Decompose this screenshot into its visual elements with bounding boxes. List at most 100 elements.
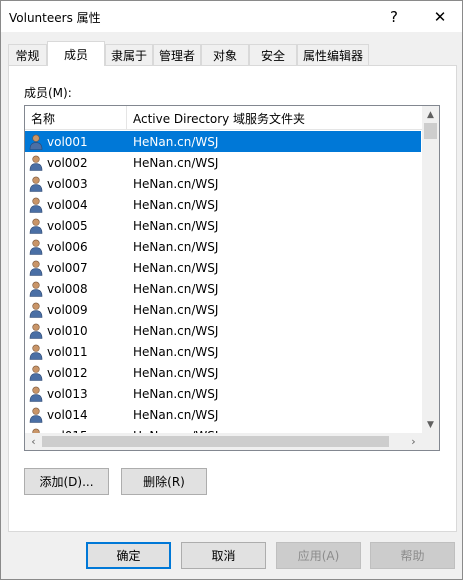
member-folder-cell[interactable]: HeNan.cn/WSJ [126, 131, 421, 152]
member-name-cell[interactable]: vol003 [25, 173, 126, 194]
table-row[interactable]: vol006 HeNan.cn/WSJ [25, 236, 422, 257]
table-row[interactable]: vol014 HeNan.cn/WSJ [25, 404, 422, 425]
member-name: vol009 [47, 302, 88, 317]
member-folder-cell[interactable]: HeNan.cn/WSJ [126, 215, 421, 236]
member-folder-cell[interactable]: HeNan.cn/WSJ [126, 173, 421, 194]
member-folder-cell[interactable]: HeNan.cn/WSJ [126, 383, 421, 404]
apply-button[interactable]: 应用(A) [276, 542, 361, 569]
user-icon [29, 365, 43, 381]
help-title-button[interactable]: ? [372, 1, 416, 32]
member-name: vol003 [47, 176, 88, 191]
member-name-cell[interactable]: vol008 [25, 278, 126, 299]
member-folder-cell[interactable]: HeNan.cn/WSJ [126, 236, 421, 257]
scroll-left-arrow-icon[interactable]: ‹ [25, 433, 42, 450]
member-folder-cell[interactable]: HeNan.cn/WSJ [126, 404, 421, 425]
member-name: vol001 [47, 134, 88, 149]
table-row[interactable]: vol005 HeNan.cn/WSJ [25, 215, 422, 236]
member-name-cell[interactable]: vol010 [25, 320, 126, 341]
user-icon [29, 344, 43, 360]
table-row[interactable]: vol001 HeNan.cn/WSJ [25, 131, 422, 152]
tab-members[interactable]: 成员 [47, 41, 105, 66]
tab-general[interactable]: 常规 [8, 44, 47, 65]
member-folder-cell[interactable]: HeNan.cn/WSJ [126, 257, 421, 278]
list-rows: vol001 HeNan.cn/WSJ vol002 HeNan.cn/WSJ vol0… [25, 131, 422, 446]
member-name-cell[interactable]: vol004 [25, 194, 126, 215]
table-row[interactable]: vol010 HeNan.cn/WSJ [25, 320, 422, 341]
member-name: vol005 [47, 218, 88, 233]
horizontal-scrollbar[interactable]: ‹ › [25, 433, 422, 450]
close-button[interactable]: ✕ [418, 1, 462, 32]
help-button[interactable]: 帮助 [370, 542, 455, 569]
member-folder-cell[interactable]: HeNan.cn/WSJ [126, 152, 421, 173]
member-name-cell[interactable]: vol001 [25, 131, 126, 152]
column-header-name[interactable]: 名称 [25, 106, 126, 130]
member-folder-cell[interactable]: HeNan.cn/WSJ [126, 194, 421, 215]
user-icon [29, 134, 43, 150]
table-row[interactable]: vol003 HeNan.cn/WSJ [25, 173, 422, 194]
vertical-scrollbar[interactable]: ▲ ▼ [422, 106, 439, 433]
tab-security[interactable]: 安全 [249, 44, 297, 65]
user-icon [29, 281, 43, 297]
tab-managed-by[interactable]: 管理者 [153, 44, 201, 65]
window-title: Volunteers 属性 [9, 11, 101, 25]
column-header-folder[interactable]: Active Directory 域服务文件夹 [127, 106, 422, 130]
list-header: 名称 Active Directory 域服务文件夹 [25, 106, 422, 130]
member-name-cell[interactable]: vol007 [25, 257, 126, 278]
table-row[interactable]: vol012 HeNan.cn/WSJ [25, 362, 422, 383]
member-name-cell[interactable]: vol013 [25, 383, 126, 404]
user-icon [29, 386, 43, 402]
ok-button[interactable]: 确定 [86, 542, 171, 569]
user-icon [29, 302, 43, 318]
user-icon [29, 176, 43, 192]
member-folder-cell[interactable]: HeNan.cn/WSJ [126, 341, 421, 362]
member-name: vol012 [47, 365, 88, 380]
member-name-cell[interactable]: vol006 [25, 236, 126, 257]
scroll-down-arrow-icon[interactable]: ▼ [422, 416, 439, 433]
member-name-cell[interactable]: vol002 [25, 152, 126, 173]
member-name: vol011 [47, 344, 88, 359]
member-name: vol008 [47, 281, 88, 296]
member-name-cell[interactable]: vol012 [25, 362, 126, 383]
add-member-button[interactable]: 添加(D)... [24, 468, 109, 495]
tab-object[interactable]: 对象 [201, 44, 249, 65]
horizontal-scroll-thumb[interactable] [42, 436, 389, 447]
tab-attribute-editor[interactable]: 属性编辑器 [297, 44, 369, 65]
vertical-scroll-thumb[interactable] [424, 123, 437, 139]
members-tab-panel: 成员(M): 名称 Active Directory 域服务文件夹 vol001… [8, 65, 457, 532]
member-name-cell[interactable]: vol009 [25, 299, 126, 320]
user-icon [29, 218, 43, 234]
scroll-up-arrow-icon[interactable]: ▲ [422, 106, 439, 123]
members-list[interactable]: 名称 Active Directory 域服务文件夹 vol001 HeNan.c… [24, 105, 440, 451]
member-folder-cell[interactable]: HeNan.cn/WSJ [126, 278, 421, 299]
table-row[interactable]: vol013 HeNan.cn/WSJ [25, 383, 422, 404]
member-name-cell[interactable]: vol005 [25, 215, 126, 236]
scroll-right-arrow-icon[interactable]: › [405, 433, 422, 450]
cancel-button[interactable]: 取消 [181, 542, 266, 569]
tab-member-of[interactable]: 隶属于 [105, 44, 153, 65]
table-row[interactable]: vol008 HeNan.cn/WSJ [25, 278, 422, 299]
title-bar: Volunteers 属性 ? ✕ [1, 1, 462, 32]
members-label: 成员(M): [24, 86, 72, 100]
properties-dialog: Volunteers 属性 ? ✕ 常规 成员 隶属于 管理者 对象 安全 属性… [0, 0, 463, 580]
scrollbar-corner [422, 433, 439, 450]
table-row[interactable]: vol011 HeNan.cn/WSJ [25, 341, 422, 362]
user-icon [29, 407, 43, 423]
member-name: vol010 [47, 323, 88, 338]
member-name: vol014 [47, 407, 88, 422]
member-name: vol006 [47, 239, 88, 254]
user-icon [29, 197, 43, 213]
member-name: vol002 [47, 155, 88, 170]
remove-member-button[interactable]: 删除(R) [121, 468, 207, 495]
member-folder-cell[interactable]: HeNan.cn/WSJ [126, 299, 421, 320]
table-row[interactable]: vol007 HeNan.cn/WSJ [25, 257, 422, 278]
table-row[interactable]: vol002 HeNan.cn/WSJ [25, 152, 422, 173]
member-folder-cell[interactable]: HeNan.cn/WSJ [126, 362, 421, 383]
member-folder-cell[interactable]: HeNan.cn/WSJ [126, 320, 421, 341]
table-row[interactable]: vol009 HeNan.cn/WSJ [25, 299, 422, 320]
member-name-cell[interactable]: vol014 [25, 404, 126, 425]
member-name-cell[interactable]: vol011 [25, 341, 126, 362]
table-row[interactable]: vol004 HeNan.cn/WSJ [25, 194, 422, 215]
user-icon [29, 155, 43, 171]
member-name: vol007 [47, 260, 88, 275]
member-name: vol004 [47, 197, 88, 212]
